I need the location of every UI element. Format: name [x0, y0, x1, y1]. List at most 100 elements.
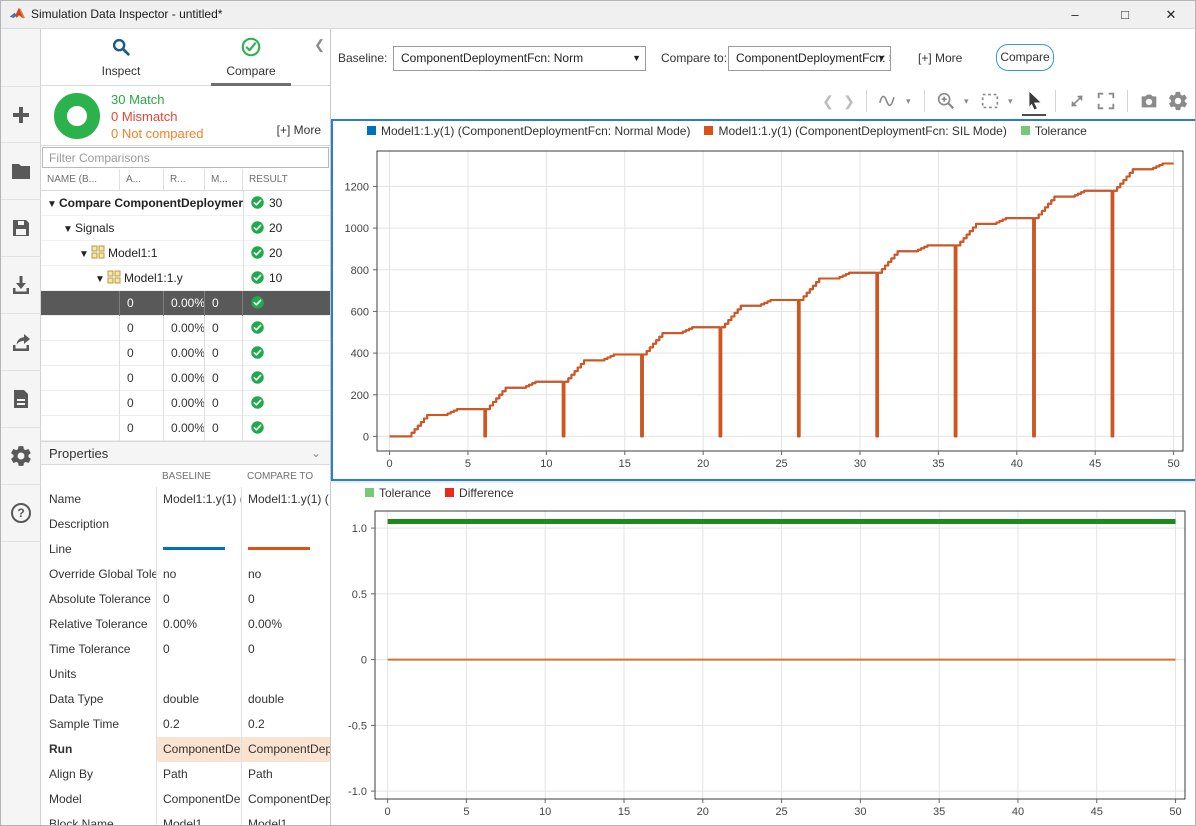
filter-comparisons-input[interactable]	[42, 147, 329, 168]
zoom-region-icon[interactable]	[979, 90, 1001, 112]
svg-text:-0.5: -0.5	[348, 720, 367, 732]
dropdown-caret-icon[interactable]: ▾	[906, 96, 914, 107]
chevron-right-icon[interactable]: ❯	[842, 93, 856, 110]
tree-row-2[interactable]: ▼ Model1:1 20	[41, 241, 331, 266]
compare-to-value: 0	[241, 637, 331, 662]
sidebar-import-button[interactable]	[1, 257, 41, 314]
property-row-name[interactable]: NameModel1:1.y(1) (Model1:1.y(1) (	[41, 487, 331, 512]
dropdown-caret-icon[interactable]: ▾	[964, 96, 972, 107]
baseline-dropdown[interactable]: ComponentDeploymentFcn: Norm ▼	[393, 46, 646, 71]
tree-row-3[interactable]: ▼Model1:1.y10	[41, 266, 331, 291]
tab-inspect-label: Inspect	[57, 64, 185, 78]
legend-item[interactable]: Difference	[445, 486, 513, 500]
results-header-1[interactable]: A...	[120, 169, 164, 191]
svg-text:0.5: 0.5	[352, 589, 367, 601]
signal-comparison-row[interactable]: 00.00%0	[41, 366, 331, 391]
property-row-align-by[interactable]: Align ByPathPath	[41, 762, 331, 787]
difference-chart-plot[interactable]: 051015202530354045501.00.50-0.5-1.0	[331, 503, 1196, 825]
name-cell	[41, 366, 120, 391]
zoom-in-icon[interactable]	[935, 90, 957, 112]
property-label: Units	[41, 662, 156, 687]
check-icon	[250, 344, 265, 359]
expander-arrow-icon[interactable]: ▼	[95, 267, 107, 291]
result-count: 10	[269, 271, 282, 285]
snapshot-icon[interactable]	[1138, 90, 1160, 112]
comparison-chart-panel[interactable]: Model1:1.y(1) (ComponentDeploymentFcn: N…	[331, 119, 1196, 481]
property-row-absolute-tolerance[interactable]: Absolute Tolerance00	[41, 587, 331, 612]
result-cell: 10	[243, 266, 331, 291]
property-row-block-name[interactable]: Block NameModel1Model1	[41, 812, 331, 826]
svg-text:10: 10	[539, 806, 551, 818]
property-row-sample-time[interactable]: Sample Time0.20.2	[41, 712, 331, 737]
sidebar-preferences-button[interactable]	[1, 428, 41, 485]
properties-title: Properties	[49, 446, 108, 461]
expander-arrow-icon[interactable]: ▼	[79, 242, 91, 266]
results-header-4[interactable]: RESULT	[243, 169, 331, 191]
sidebar-save-button[interactable]	[1, 200, 41, 257]
results-header-3[interactable]: M...	[205, 169, 243, 191]
tree-row-1[interactable]: ▼Signals20	[41, 216, 331, 241]
compare-to-dropdown[interactable]: ComponentDeploymentFcn: SIL M ▼	[728, 46, 891, 71]
expander-arrow-icon[interactable]: ▼	[63, 217, 75, 241]
property-row-description[interactable]: Description	[41, 512, 331, 537]
fit-axes-icon[interactable]	[1066, 90, 1088, 112]
summary-more-link[interactable]: [+] More	[277, 123, 321, 137]
sidebar-report-button[interactable]	[1, 371, 41, 428]
tree-row-0[interactable]: ▼Compare ComponentDeploymer30	[41, 191, 331, 216]
difference-chart-panel[interactable]: Tolerance Difference 05101520253035404550…	[331, 483, 1196, 826]
signal-comparison-row[interactable]: 00.00%0	[41, 416, 331, 441]
legend-item[interactable]: Tolerance	[365, 486, 431, 500]
sidebar-add-button[interactable]	[1, 86, 41, 143]
collapse-panel-chevron-icon[interactable]: ❮	[314, 37, 325, 53]
property-row-time-tolerance[interactable]: Time Tolerance00	[41, 637, 331, 662]
sidebar-help-button[interactable]: ?	[1, 485, 41, 542]
comparison-chart-plot[interactable]: 0510152025303540455002004006008001000120…	[333, 147, 1195, 479]
signal-comparison-row[interactable]: 00.00%0	[41, 316, 331, 341]
settings-icon[interactable]	[1167, 90, 1189, 112]
fullscreen-icon[interactable]	[1095, 90, 1117, 112]
property-row-data-type[interactable]: Data Typedoubledouble	[41, 687, 331, 712]
sidebar-export-button[interactable]	[1, 314, 41, 371]
property-row-line[interactable]: Line	[41, 537, 331, 562]
legend-label: Model1:1.y(1) (ComponentDeploymentFcn: S…	[718, 124, 1006, 138]
legend-item[interactable]: Model1:1.y(1) (ComponentDeploymentFcn: S…	[704, 124, 1006, 138]
expander-arrow-icon[interactable]: ▼	[47, 192, 59, 216]
property-row-run[interactable]: RunComponentDepComponentDep	[41, 737, 331, 762]
result-cell	[243, 391, 331, 416]
tab-compare[interactable]: Compare	[187, 29, 315, 86]
signal-comparison-row[interactable]: 00.00%0	[41, 391, 331, 416]
result-count: 20	[269, 246, 282, 260]
cursor-icon[interactable]	[1023, 90, 1045, 112]
name-cell	[41, 391, 120, 416]
signal-comparison-row-selected[interactable]: 00.00%0	[41, 291, 331, 316]
property-row-override-global-tole[interactable]: Override Global Tolenono	[41, 562, 331, 587]
property-row-model[interactable]: ModelComponentDepComponentDep	[41, 787, 331, 812]
property-label: Run	[41, 737, 156, 762]
dropdown-caret-icon[interactable]: ▾	[1008, 96, 1016, 107]
maximize-button[interactable]: □	[1103, 1, 1147, 29]
property-row-relative-tolerance[interactable]: Relative Tolerance0.00%0.00%	[41, 612, 331, 637]
legend-item[interactable]: Tolerance	[1021, 124, 1087, 138]
legend-item[interactable]: Model1:1.y(1) (ComponentDeploymentFcn: N…	[367, 124, 690, 138]
gear-icon	[9, 444, 33, 468]
tab-inspect[interactable]: Inspect	[57, 29, 185, 86]
close-button[interactable]: ✕	[1149, 1, 1193, 29]
properties-header[interactable]: Properties ⌄	[41, 441, 331, 465]
signal-trace-icon[interactable]	[877, 90, 899, 112]
chevron-left-icon[interactable]: ❮	[821, 93, 835, 110]
baseline-value: no	[156, 562, 241, 587]
compare-button[interactable]: Compare	[996, 44, 1054, 71]
import-icon	[9, 273, 33, 297]
signal-comparison-row[interactable]: 00.00%0	[41, 341, 331, 366]
results-header-2[interactable]: R...	[164, 169, 205, 191]
tree-row-label: Model1:1	[108, 246, 157, 260]
property-row-units[interactable]: Units	[41, 662, 331, 687]
help-icon: ?	[9, 501, 33, 525]
more-options-link[interactable]: [+] More	[918, 51, 962, 65]
check-icon	[250, 419, 265, 434]
legend-label: Tolerance	[1035, 124, 1087, 138]
minimize-button[interactable]: –	[1053, 1, 1097, 29]
sidebar-open-button[interactable]	[1, 143, 41, 200]
check-icon	[250, 194, 265, 209]
results-header-0[interactable]: NAME (B...	[41, 169, 120, 191]
